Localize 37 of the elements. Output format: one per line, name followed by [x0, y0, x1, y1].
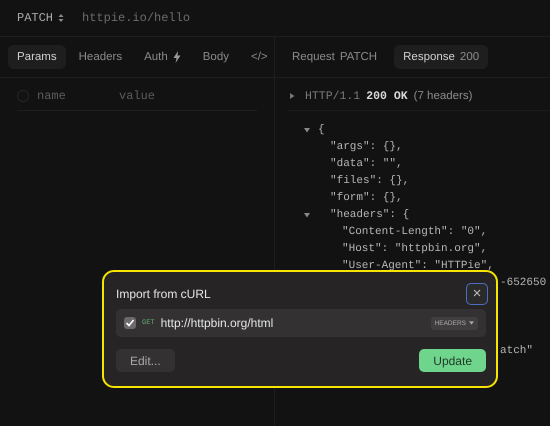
- request-tab[interactable]: Params: [8, 45, 66, 69]
- expand-icon[interactable]: [289, 93, 295, 99]
- code-line: atch": [500, 344, 534, 356]
- headers-count: (7 headers): [414, 90, 472, 102]
- code-line: "form": {},: [330, 192, 403, 204]
- caret-icon: [469, 321, 474, 325]
- column-header: value: [119, 89, 156, 103]
- lightning-icon: [172, 51, 181, 63]
- close-button[interactable]: ×: [466, 283, 488, 305]
- response-tab[interactable]: Request PATCH: [283, 45, 386, 69]
- response-tab[interactable]: Response 200: [394, 45, 488, 69]
- request-url: http://httpbin.org/html: [160, 316, 274, 330]
- collapse-icon[interactable]: [304, 127, 310, 133]
- code-line: "files": {},: [330, 174, 410, 186]
- code-line: "Content-Length": "0",: [342, 226, 488, 238]
- sort-icon: [58, 13, 64, 23]
- collapse-icon[interactable]: [304, 212, 310, 218]
- request-tab[interactable]: Headers: [70, 45, 132, 69]
- checkbox[interactable]: [124, 317, 136, 329]
- code-line: "User-Agent": "HTTPie",: [342, 260, 494, 272]
- code-line: "headers": {: [330, 208, 410, 220]
- request-tab[interactable]: </>: [242, 45, 277, 69]
- code-line: "Host": "httpbin.org",: [342, 242, 488, 254]
- code-line: "args": {},: [330, 140, 403, 152]
- request-tab[interactable]: Auth: [135, 45, 190, 69]
- code-line: "data": "",: [330, 158, 403, 170]
- code-line: -652650: [500, 276, 546, 288]
- code-line: {: [318, 124, 325, 136]
- update-button[interactable]: Update: [419, 349, 486, 372]
- protocol-label: HTTP/1.1: [305, 90, 360, 102]
- url-field[interactable]: httpie.io/hello: [82, 11, 190, 25]
- dialog-title: Import from cURL: [116, 287, 211, 301]
- edit-button[interactable]: Edit...: [116, 349, 175, 372]
- column-header: name: [37, 89, 67, 103]
- request-tab[interactable]: Body: [194, 45, 238, 69]
- method-selector[interactable]: PATCH: [17, 11, 64, 25]
- status-code: 200 OK: [366, 90, 408, 102]
